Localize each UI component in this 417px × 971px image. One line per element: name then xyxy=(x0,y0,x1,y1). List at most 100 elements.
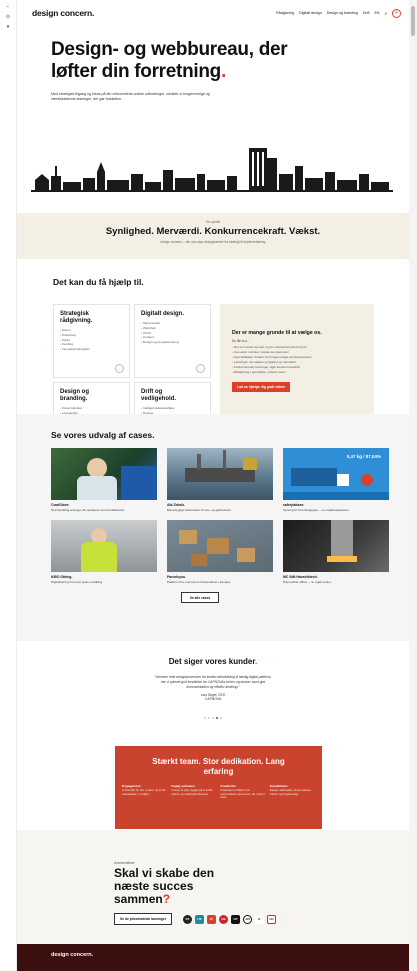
tagline-small: Du opnår xyxy=(206,220,220,224)
menu-button[interactable]: ☰ xyxy=(392,8,401,18)
service-list: Hjemmeside Webshop UX/UI Content Design … xyxy=(141,321,204,345)
nav-item-design-branding[interactable]: Design og branding xyxy=(327,11,358,15)
team-value: Faglig substans Vi lever at lytte, bygger… xyxy=(171,784,213,796)
hero-text: Med strategisk tilgang og fokus på din v… xyxy=(51,92,210,101)
service-card-title: Strategisk rådgivning. xyxy=(60,311,93,324)
service-card-digital[interactable]: Digitalt design. Hjemmeside Webshop UX/U… xyxy=(134,304,211,378)
service-item[interactable]: Design og programmering xyxy=(141,340,204,345)
team-value: Engagement Vi brænder for det, vi laver, … xyxy=(122,784,166,796)
case-card-kibo[interactable]: KIBO Gåring. Digitalisering fremmer grøn… xyxy=(51,520,157,584)
carousel-dots xyxy=(17,717,409,720)
testimonial-section: Det siger vores kunder. "Gennem hele des… xyxy=(17,641,409,754)
carousel-dot[interactable] xyxy=(212,717,214,720)
nav-item-drift[interactable]: Drift xyxy=(363,11,370,15)
case-desc: Høj kvalitet offline – nu også online. xyxy=(283,580,332,584)
cta-small: Anerkendelser xyxy=(114,861,135,865)
case-image[interactable] xyxy=(283,520,389,572)
reason-item: Rådgivning i øjenhøjde, erfarent team xyxy=(232,370,362,375)
carousel-dot[interactable] xyxy=(208,717,210,720)
case-image[interactable]: 0,47 kg / 87,04% xyxy=(283,448,389,500)
case-title[interactable]: MC Stål Havstriktech. xyxy=(283,575,389,579)
arrow-right-icon[interactable]: → xyxy=(115,364,124,373)
award-solutions-button[interactable]: Se de prisvindende løsninger xyxy=(114,913,172,925)
case-title[interactable]: CowiGlove. xyxy=(51,503,157,507)
case-desc: Platform til e-commerce forsendelser i E… xyxy=(167,580,231,584)
main-nav: Rådgivning Digitalt design Design og bra… xyxy=(276,8,401,18)
arrow-right-icon[interactable]: → xyxy=(196,364,205,373)
service-item[interactable]: Innovationsprojekter xyxy=(60,347,123,352)
team-values: Engagement Vi brænder for det, vi laver, … xyxy=(115,777,322,800)
award-logo: CP xyxy=(230,914,240,924)
history-icon[interactable]: ⊙ xyxy=(0,14,16,20)
carousel-dot[interactable] xyxy=(220,717,222,720)
case-image[interactable] xyxy=(51,448,157,500)
testimonial-company: CAPNOVA xyxy=(205,697,221,702)
logo[interactable]: design concern. xyxy=(32,8,94,18)
tagline-sub: design concern – din one-stop designpart… xyxy=(160,240,266,244)
case-card-parcelsyou[interactable]: Parcelsyou. Platform til e-commerce fors… xyxy=(167,520,273,584)
browser-side-rail: ‹ ⊙ ▾ xyxy=(0,0,17,971)
case-image[interactable] xyxy=(167,520,273,572)
site-footer: design concern. xyxy=(17,944,409,971)
case-title[interactable]: Aib-Teknik. xyxy=(167,503,273,507)
award-logo: NR xyxy=(266,914,276,924)
language-switch[interactable]: EN xyxy=(374,11,379,15)
nav-item-raadgivning[interactable]: Rådgivning xyxy=(276,11,294,15)
chevron-down-icon[interactable]: ▾ xyxy=(0,24,16,30)
services-section: Det kan du få hjælp til. Strategisk rådg… xyxy=(17,259,409,456)
case-image[interactable] xyxy=(167,448,273,500)
team-value: Kundefokus Design udarbejdes, så det ople… xyxy=(269,784,311,796)
cta-row: Se de prisvindende løsninger FX UX IF GE… xyxy=(114,913,409,925)
service-card-title: Drift og vedligehold. xyxy=(141,389,177,402)
case-title[interactable]: KIBO Gåring. xyxy=(51,575,157,579)
award-logo: K xyxy=(254,914,264,924)
cases-section: Se vores udvalg af cases. CowiGlove. Tea… xyxy=(17,414,409,641)
hero-title: Design- og webbureau, der løfter din for… xyxy=(51,39,288,82)
team-value: Kreativitet Kreativitet er båden til at k… xyxy=(220,784,265,800)
case-desc: Teambuilding-arranger fik opdateret sin … xyxy=(51,508,126,512)
city-skyline-illustration xyxy=(31,148,393,192)
cta-title: Skal vi skabe den næste succes sammen? xyxy=(114,866,215,906)
case-desc: Sporing til forretningsgide – se miljøbe… xyxy=(283,508,350,512)
reasons-title: Der er mange grunde til at vælge os. xyxy=(232,330,322,336)
case-title[interactable]: Parcelsyou. xyxy=(167,575,273,579)
help-button[interactable]: Lad os hjælpe dig godt videre xyxy=(232,382,291,392)
award-logo: UX xyxy=(194,914,204,924)
tagline-title: Synlighed. Merværdi. Konkurrencekraft. V… xyxy=(105,226,321,237)
case-desc: Digitalisering fremmer grøn omstilling. xyxy=(51,580,103,584)
see-all-cases-button[interactable]: Se alle cases xyxy=(181,592,219,603)
back-icon[interactable]: ‹ xyxy=(0,4,16,10)
service-card-strategy[interactable]: Strategisk rådgivning. Scrum Workshop Sp… xyxy=(53,304,130,378)
case-card-aib-teknik[interactable]: Aib-Teknik. Bæredygtige alternativer til… xyxy=(167,448,273,512)
site-header: design concern. Rådgivning Digitalt desi… xyxy=(17,0,409,26)
page: design concern. Rådgivning Digitalt desi… xyxy=(17,0,409,971)
service-card-title: Design og branding. xyxy=(60,389,90,402)
award-logo: FX xyxy=(182,914,192,924)
case-card-cowiglove[interactable]: CowiGlove. Teambuilding-arranger fik opd… xyxy=(51,448,157,512)
cases-grid: CowiGlove. Teambuilding-arranger fik opd… xyxy=(51,448,409,584)
reasons-lead: Du får bl.a.: xyxy=(232,339,249,343)
team-section: Stærkt team. Stor dedikation. Lang erfar… xyxy=(115,746,322,829)
testimonial-quote: "Gennem hele designprocessen fra kreativ… xyxy=(154,675,272,689)
award-logo: IF xyxy=(206,914,216,924)
case-card-mc-staal[interactable]: MC Stål Havstriktech. Høj kvalitet offli… xyxy=(283,520,389,584)
footer-logo[interactable]: design concern. xyxy=(51,952,409,958)
case-title[interactable]: safetylabsee. xyxy=(283,503,389,507)
service-list: Scrum Workshop Sprint Funding Innovation… xyxy=(60,328,123,352)
team-title: Stærkt team. Stor dedikation. Lang erfar… xyxy=(152,757,285,776)
award-logo: GE xyxy=(218,914,228,924)
scrollbar[interactable] xyxy=(409,0,417,971)
case-card-safetylabsee[interactable]: 0,47 kg / 87,04% safetylabsee. Sporing t… xyxy=(283,448,389,512)
cases-title: Se vores udvalg af cases. xyxy=(51,430,155,440)
scrollbar-thumb[interactable] xyxy=(411,6,415,36)
nav-item-digitalt-design[interactable]: Digitalt design xyxy=(299,11,322,15)
award-logos: FX UX IF GE CP AN K NR xyxy=(182,914,276,924)
carousel-dot[interactable] xyxy=(204,717,206,720)
reasons-list: Det som driver kunder og din virksomhed … xyxy=(232,345,362,375)
service-card-title: Digitalt design. xyxy=(141,311,185,317)
tagline-band: Du opnår Synlighed. Merværdi. Konkurrenc… xyxy=(17,213,409,259)
award-logo: AN xyxy=(242,914,252,924)
search-icon[interactable]: ⌕ xyxy=(384,11,387,16)
carousel-dot-active[interactable] xyxy=(216,717,218,720)
case-image[interactable] xyxy=(51,520,157,572)
